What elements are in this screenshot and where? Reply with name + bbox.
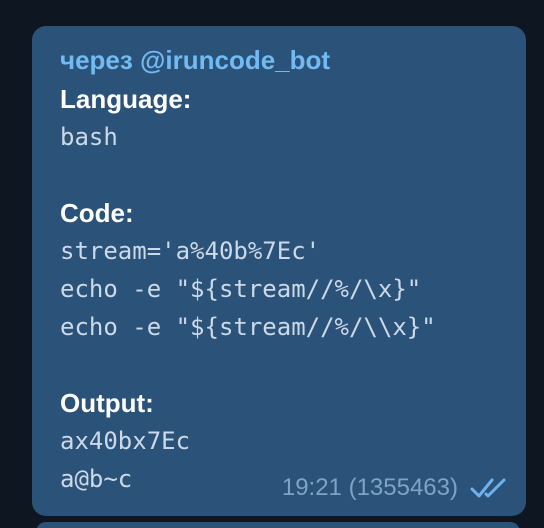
language-value: bash — [60, 123, 118, 151]
message-bubble[interactable]: через @iruncode_bot Language: bash Code:… — [32, 26, 526, 516]
code-line: stream='a%40b%7Ec' — [60, 237, 321, 265]
message-time: 19:21 (1355463) — [281, 474, 458, 501]
via-bot-link[interactable]: через @iruncode_bot — [60, 42, 498, 80]
output-line: ax40bx7Ec — [60, 427, 191, 455]
double-check-icon — [470, 478, 506, 498]
language-label: Language: — [60, 84, 192, 114]
code-line: echo -e "${stream//%/\\x}" — [60, 313, 436, 341]
message-meta: 19:21 (1355463) — [282, 474, 508, 502]
output-label: Output: — [60, 388, 154, 418]
code-line: echo -e "${stream//%/\x}" — [60, 275, 422, 303]
chat-area: через @iruncode_bot Language: bash Code:… — [0, 0, 544, 528]
code-label: Code: — [60, 198, 134, 228]
next-message-bubble — [36, 522, 520, 528]
